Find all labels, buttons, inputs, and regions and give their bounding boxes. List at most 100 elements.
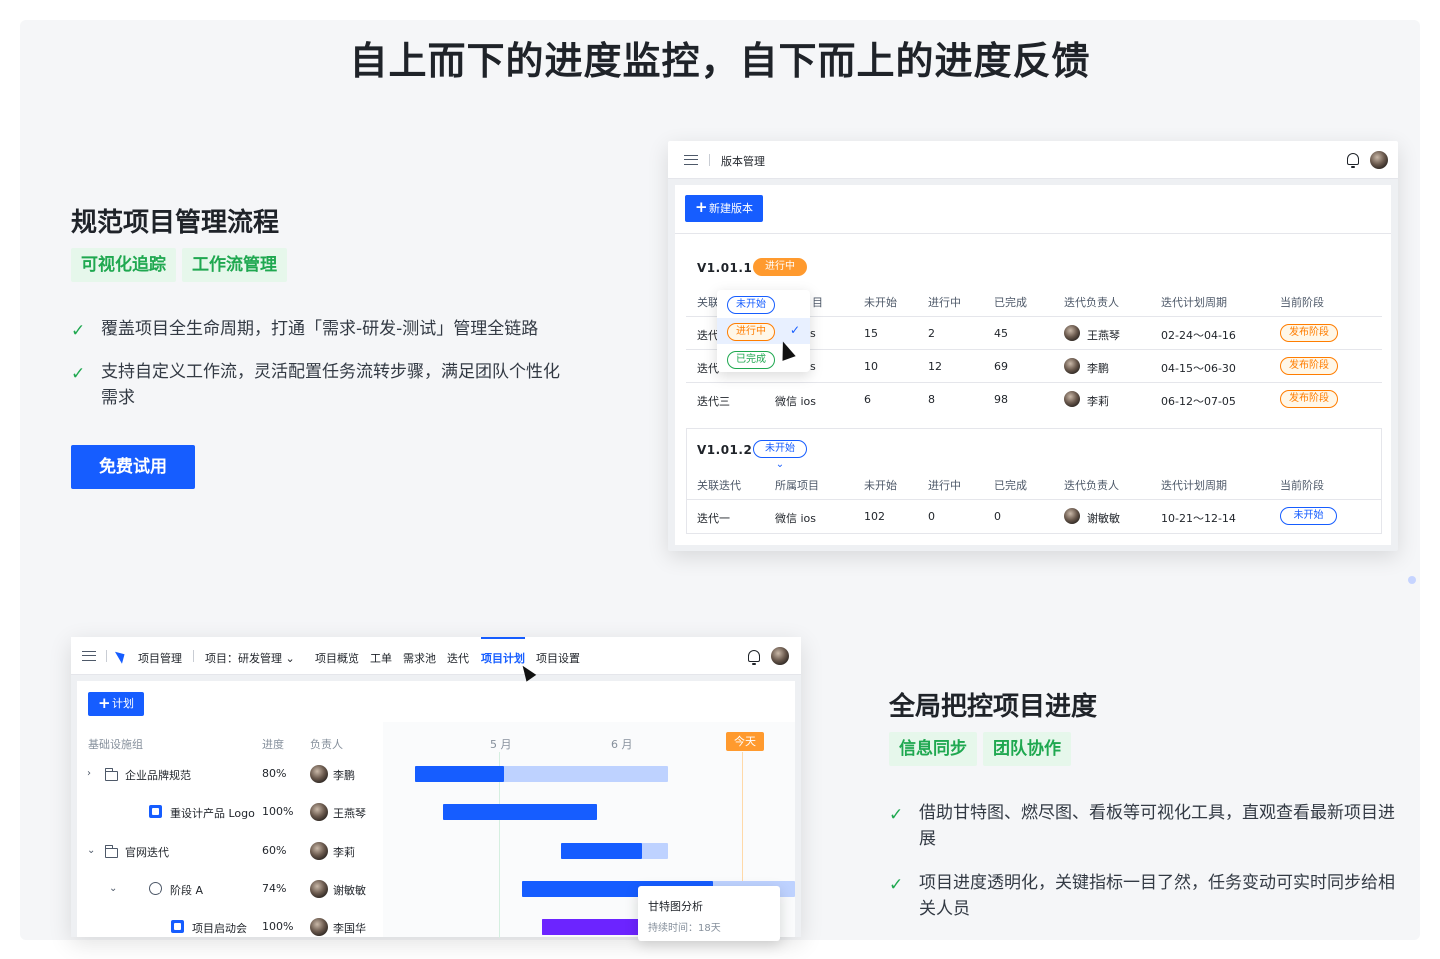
milestone-icon — [171, 920, 184, 933]
task-name[interactable]: 官网迭代 — [125, 844, 169, 860]
task-owner: 李莉 — [333, 846, 355, 859]
today-marker: 今天 — [726, 732, 764, 751]
cell-owner: 李鹏 — [1087, 362, 1109, 375]
chevron-down-icon: ⌄ — [775, 459, 785, 470]
gantt-bar-progress — [414, 766, 504, 782]
cell-not-started: 6 — [864, 393, 871, 406]
column-header: 未开始 — [864, 479, 897, 492]
header-title: 版本管理 — [721, 155, 765, 168]
feature-item: ✓ 覆盖项目全生命周期，打通「需求-研发-测试」管理全链路 — [71, 316, 591, 342]
group-header: 基础设施组 — [88, 738, 143, 751]
cell-project: s — [810, 360, 816, 373]
column-header: 关联 — [697, 296, 719, 309]
tag-workflow: 工作流管理 — [182, 248, 287, 282]
hero-title: 自上而下的进度监控，自下而上的进度反馈 — [349, 39, 1091, 83]
nav-overview[interactable]: 项目概览 — [315, 650, 359, 666]
column-header: 迭代计划周期 — [1161, 296, 1227, 309]
cell-iteration: 迭代一 — [697, 512, 730, 525]
version-name: V1.01.1 — [697, 261, 753, 275]
cell-done: 45 — [994, 327, 1008, 340]
gantt-bar-progress — [561, 843, 642, 859]
cell-project: s — [810, 327, 816, 340]
chevron-right-icon[interactable]: › — [87, 768, 91, 779]
stage-icon — [149, 882, 162, 895]
add-plan-button[interactable]: 计划 — [88, 691, 144, 716]
task-name[interactable]: 项目启动会 — [192, 920, 247, 936]
status-option-in-progress[interactable]: 进行中 — [727, 323, 775, 341]
bell-icon[interactable] — [748, 650, 760, 665]
cell-done: 98 — [994, 393, 1008, 406]
chevron-down-icon[interactable]: ⌄ — [109, 883, 117, 894]
task-name[interactable]: 重设计产品 Logo — [170, 805, 255, 821]
cell-iteration: 迭代 — [697, 329, 719, 342]
column-header: 所属项目 — [775, 479, 819, 492]
cell-owner: 王燕琴 — [1087, 329, 1120, 342]
cell-iteration: 迭代 — [697, 362, 719, 375]
user-avatar[interactable] — [771, 647, 789, 665]
user-avatar[interactable] — [1370, 151, 1388, 169]
bell-icon[interactable] — [1347, 153, 1359, 168]
feature-item: ✓ 项目进度透明化，关键指标一目了然，任务变动可实时同步给相关人员 — [889, 873, 1395, 919]
tag-info-sync: 信息同步 — [889, 732, 977, 766]
status-option-not-started[interactable]: 未开始 — [727, 296, 775, 314]
version-name: V1.01.2 — [697, 443, 753, 457]
column-header: 关联迭代 — [697, 479, 741, 492]
chevron-down-icon[interactable]: ⌄ — [87, 845, 95, 856]
stage-badge[interactable]: 发布阶段 — [1280, 357, 1338, 375]
month-label: 5 月 — [490, 738, 512, 751]
nav-iteration[interactable]: 迭代 — [447, 650, 469, 666]
cell-in-progress: 8 — [928, 393, 935, 406]
nav-backlog[interactable]: 需求池 — [403, 650, 436, 666]
task-progress: 60% — [262, 844, 287, 857]
nav-tickets[interactable]: 工单 — [370, 650, 392, 666]
project-selector[interactable]: 项目：研发管理 ⌄ — [205, 650, 295, 666]
task-name[interactable]: 企业品牌规范 — [125, 767, 191, 783]
column-header: 已完成 — [994, 296, 1027, 309]
cell-period: 10-21〜12-14 — [1161, 512, 1236, 525]
owner-avatar — [310, 803, 328, 821]
app-name[interactable]: 项目管理 — [138, 650, 182, 666]
tooltip-title: 甘特图分析 — [648, 900, 703, 913]
cell-not-started: 15 — [864, 327, 878, 340]
column-header: 未开始 — [864, 296, 897, 309]
stage-badge[interactable]: 未开始 — [1280, 507, 1337, 525]
folder-icon — [104, 768, 118, 781]
column-header: 已完成 — [994, 479, 1027, 492]
new-version-button[interactable]: 新建版本 — [685, 194, 763, 222]
cell-in-progress: 0 — [928, 510, 935, 523]
free-trial-button[interactable]: 免费试用 — [71, 445, 195, 489]
version-status-dropdown[interactable]: 未开始 ⌄ — [753, 440, 807, 470]
task-progress: 100% — [262, 920, 294, 933]
active-tab-indicator — [481, 637, 525, 639]
nav-project-settings[interactable]: 项目设置 — [536, 650, 580, 666]
folder-icon — [104, 845, 118, 858]
stage-badge[interactable]: 发布阶段 — [1280, 390, 1338, 408]
column-header: 目 — [812, 296, 823, 309]
tag-visual-tracking: 可视化追踪 — [71, 248, 176, 282]
app-logo-icon — [114, 648, 129, 664]
owner-avatar — [1064, 358, 1080, 374]
menu-icon[interactable] — [684, 155, 698, 165]
nav-project-plan[interactable]: 项目计划 — [481, 650, 525, 666]
cell-not-started: 102 — [864, 510, 885, 523]
column-header: 当前阶段 — [1280, 479, 1324, 492]
check-icon: ✓ — [790, 323, 801, 337]
check-icon: ✓ — [71, 364, 86, 384]
owner-header: 负责人 — [310, 738, 343, 751]
column-header: 迭代计划周期 — [1161, 479, 1227, 492]
carousel-dot[interactable] — [1408, 576, 1416, 584]
task-progress: 100% — [262, 805, 294, 818]
task-name[interactable]: 阶段 A — [170, 882, 203, 898]
version-status-dropdown[interactable]: 进行中 ⌄ — [753, 258, 807, 288]
column-header: 迭代负责人 — [1064, 296, 1119, 309]
check-icon: ✓ — [71, 321, 86, 341]
stage-badge[interactable]: 发布阶段 — [1280, 324, 1338, 342]
feature-item: ✓ 支持自定义工作流，灵活配置任务流转步骤，满足团队个性化需求 — [71, 362, 560, 408]
gantt-tooltip: 甘特图分析 持续时间：18天 — [638, 886, 780, 941]
status-option-done[interactable]: 已完成 — [727, 351, 775, 369]
task-owner: 李鹏 — [333, 769, 355, 782]
menu-icon[interactable] — [82, 651, 96, 661]
cell-period: 04-15〜06-30 — [1161, 362, 1236, 375]
column-header: 进行中 — [928, 479, 961, 492]
check-icon: ✓ — [889, 875, 904, 895]
